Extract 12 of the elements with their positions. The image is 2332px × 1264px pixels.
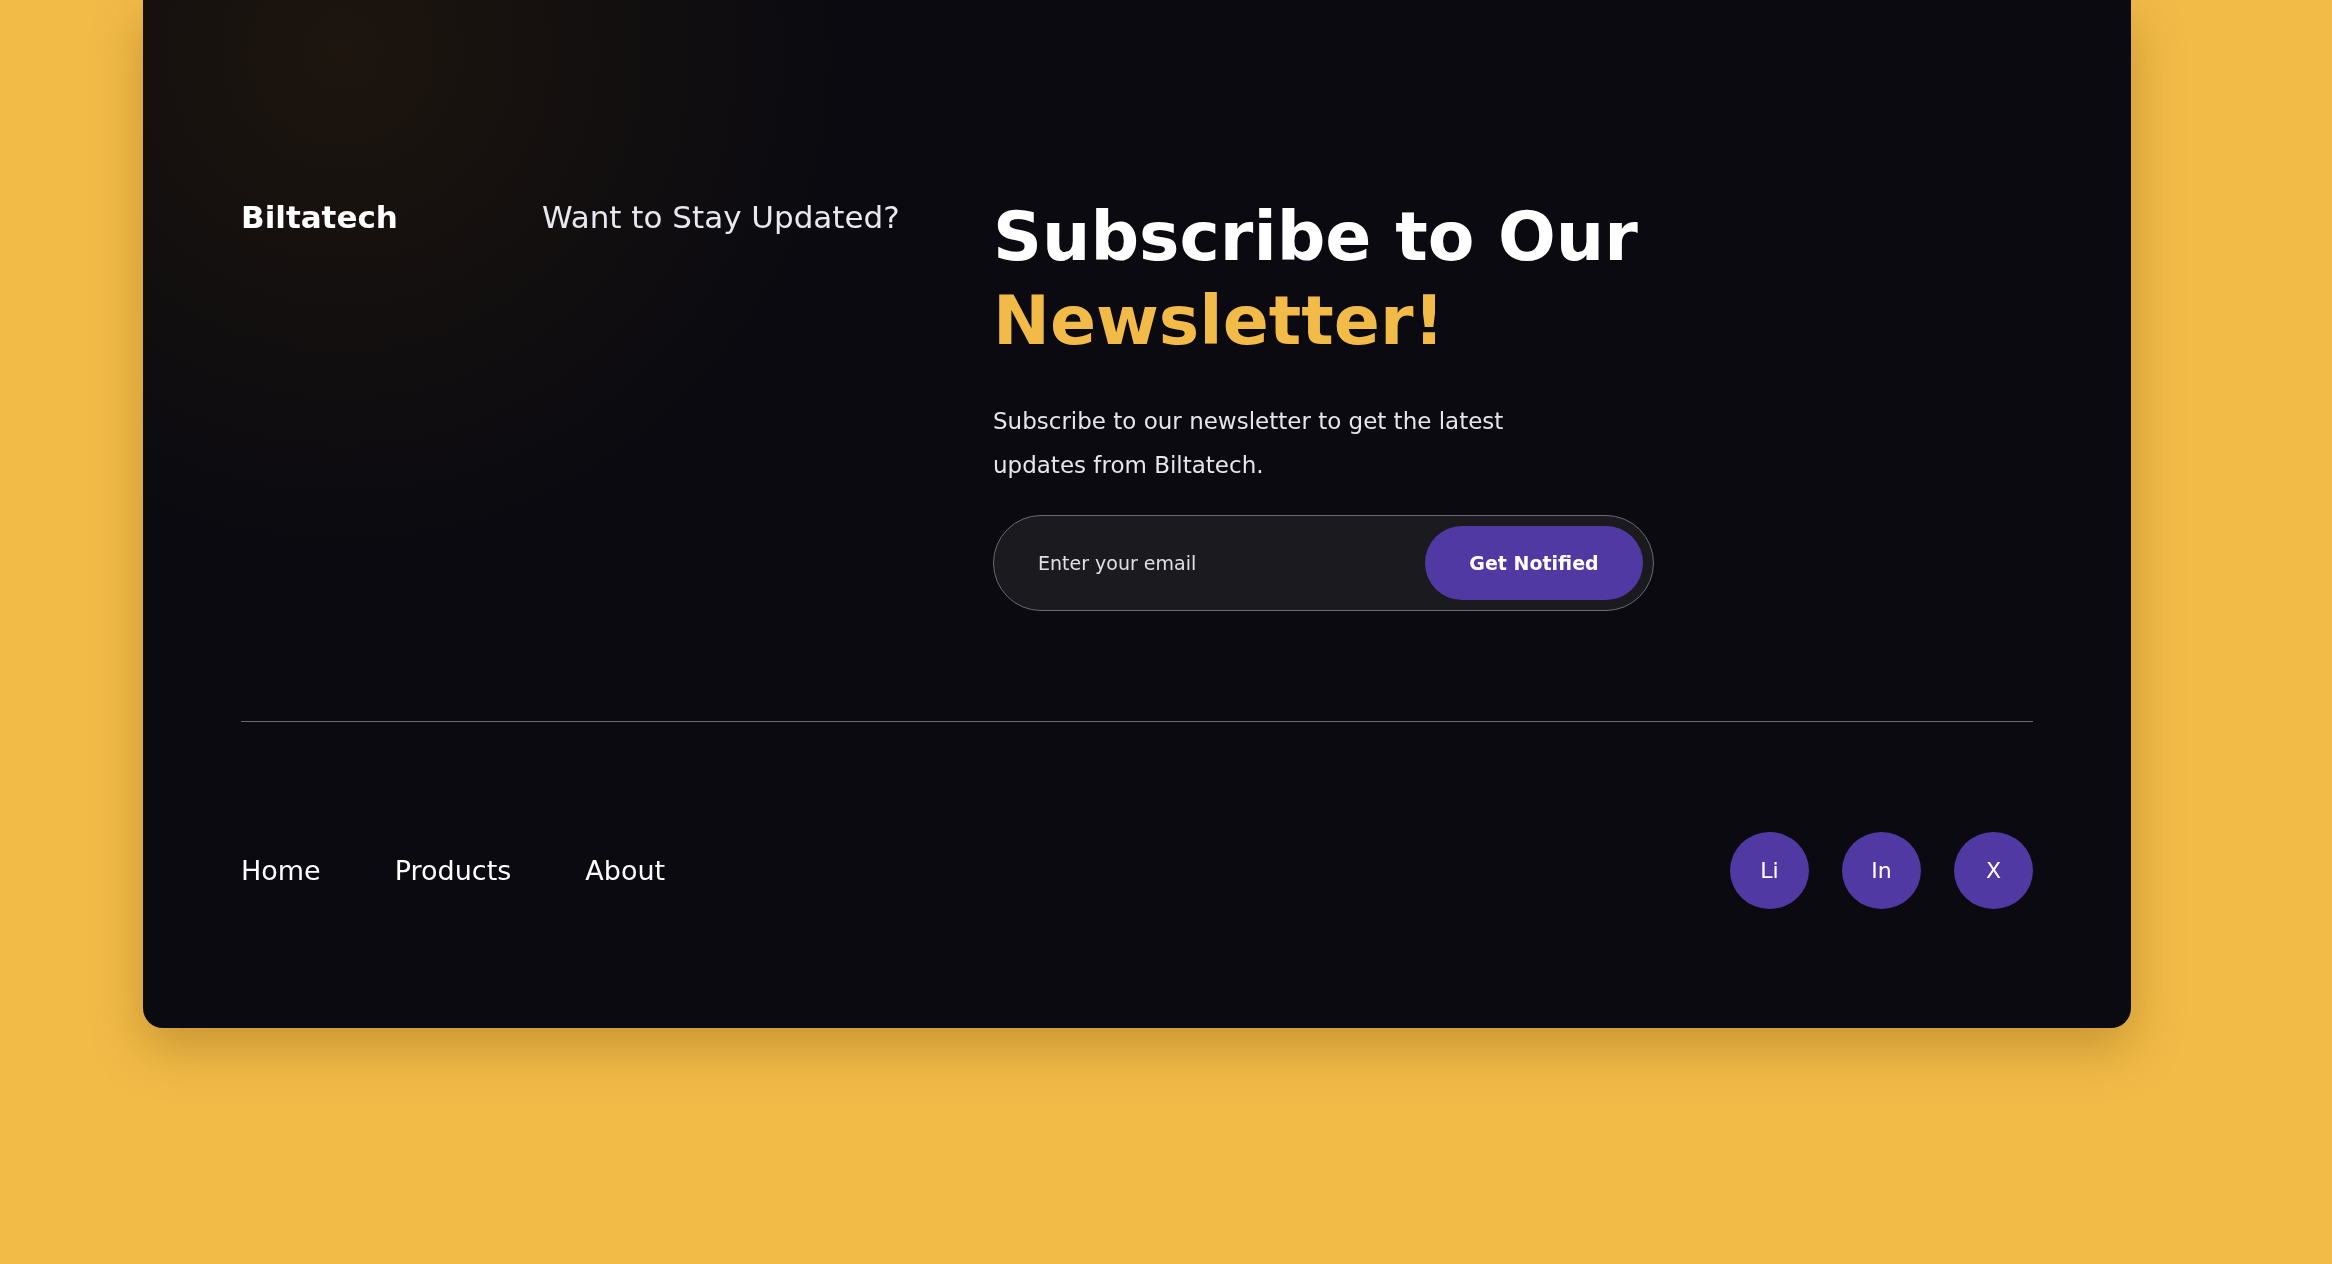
- social-button[interactable]: Li: [1730, 832, 1809, 909]
- get-notified-button[interactable]: Get Notified: [1425, 526, 1643, 600]
- nav-link[interactable]: About: [585, 855, 666, 886]
- tagline: Want to Stay Updated?: [542, 199, 901, 237]
- nav-link[interactable]: Home: [241, 855, 321, 886]
- social-button[interactable]: In: [1842, 832, 1921, 909]
- newsletter-heading: Subscribe to Our Newsletter!: [993, 196, 1639, 362]
- newsletter-description: Subscribe to our newsletter to get the latest updates from Biltatech.: [993, 407, 1505, 480]
- social-button[interactable]: X: [1954, 832, 2033, 909]
- nav-link[interactable]: Products: [394, 855, 512, 886]
- brand-name: Biltatech: [241, 199, 399, 237]
- email-field[interactable]: Enter your email Get Notified: [993, 515, 1654, 611]
